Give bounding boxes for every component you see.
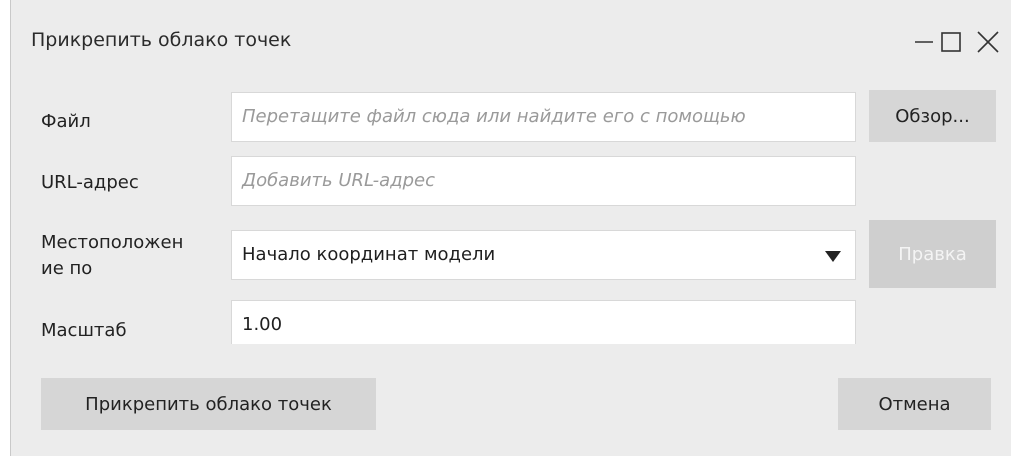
position-label: Местоположен ие по — [41, 230, 183, 282]
position-select-value: Начало координат модели — [242, 244, 496, 265]
position-label-line2: ие по — [41, 258, 93, 279]
window-title: Прикрепить облако точек — [31, 29, 292, 51]
title-bar: Прикрепить облако точек — [11, 0, 1011, 82]
close-button[interactable] — [968, 22, 1008, 62]
file-input-placeholder: Перетащите файл сюда или найдите его с п… — [242, 106, 746, 127]
file-label: Файл — [41, 111, 91, 132]
attach-point-cloud-button[interactable]: Прикрепить облако точек — [41, 378, 376, 430]
close-icon — [977, 31, 999, 53]
scale-value: 1.00 — [242, 314, 283, 335]
position-select[interactable]: Начало координат модели — [231, 230, 856, 280]
cancel-button[interactable]: Отмена — [838, 378, 991, 430]
browse-button[interactable]: Обзор... — [869, 90, 996, 142]
maximize-icon — [941, 32, 961, 52]
attach-point-cloud-dialog: Прикрепить облако точек Файл Перетащите … — [10, 0, 1011, 456]
scale-label: Масштаб — [41, 320, 127, 341]
edit-button[interactable]: Правка — [869, 220, 996, 288]
file-input[interactable]: Перетащите файл сюда или найдите его с п… — [231, 92, 856, 142]
url-input[interactable]: Добавить URL-адрес — [231, 156, 856, 206]
maximize-button[interactable] — [931, 22, 971, 62]
scale-input[interactable]: 1.00 — [231, 300, 856, 344]
dropdown-arrow-icon — [825, 251, 841, 262]
url-input-placeholder: Добавить URL-адрес — [242, 170, 436, 191]
scale-field-clip: 1.00 — [231, 300, 856, 344]
url-label: URL-адрес — [41, 172, 139, 193]
position-label-line1: Местоположен — [41, 232, 184, 253]
